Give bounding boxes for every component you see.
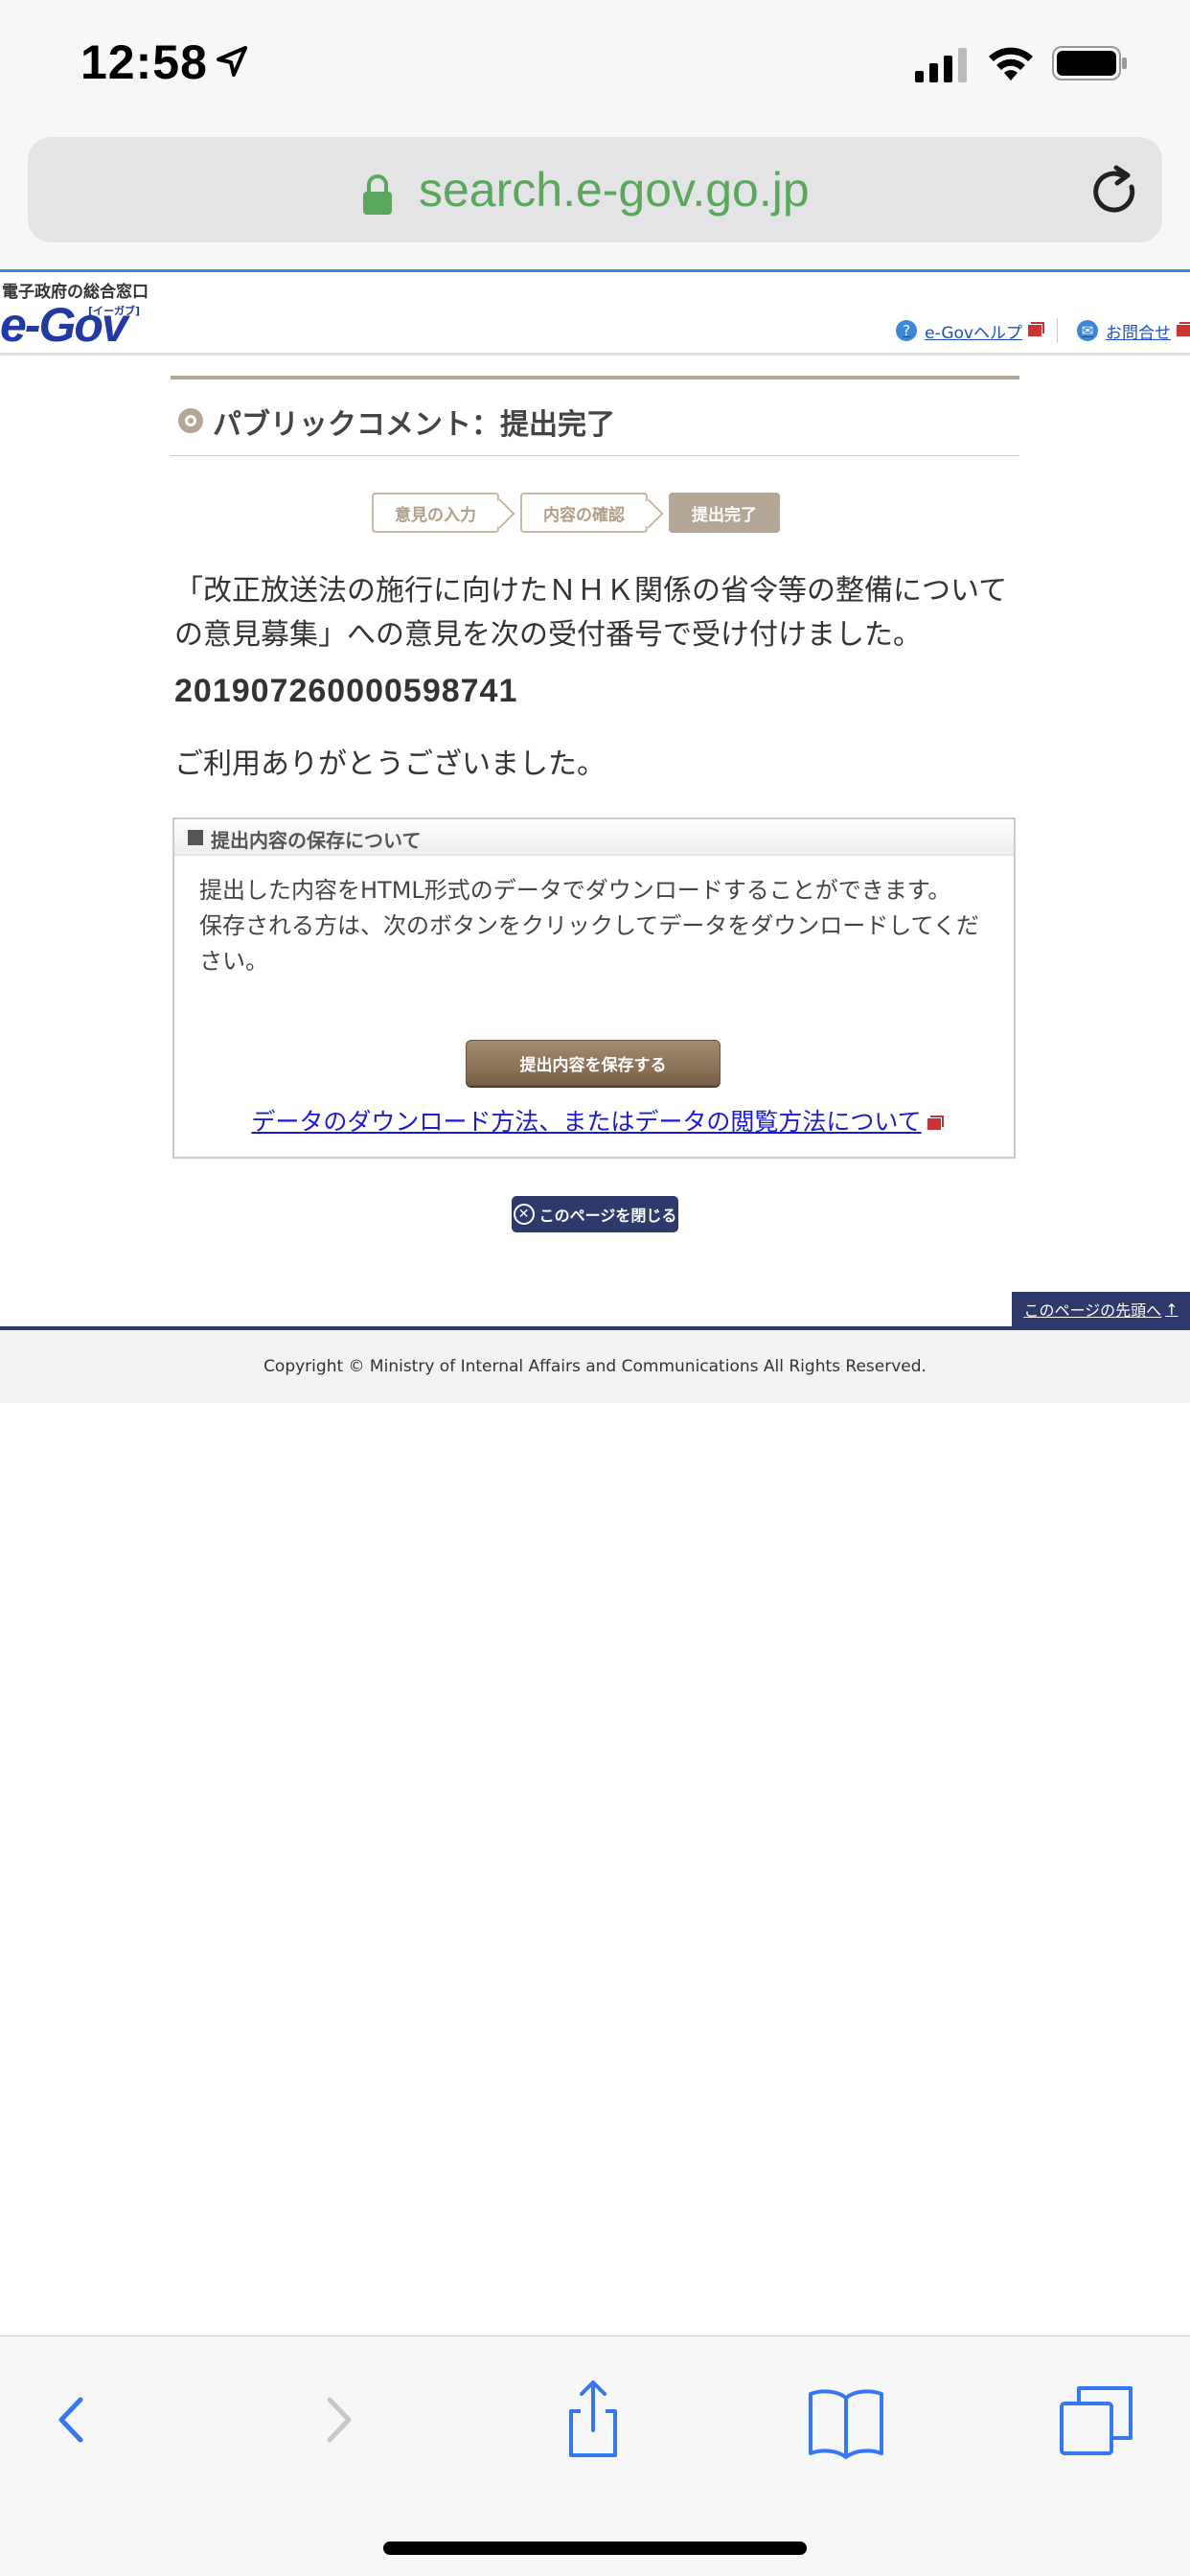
copyright-text: Copyright © Ministry of Internal Affairs… (263, 1357, 927, 1376)
download-help-link[interactable]: データのダウンロード方法、またはデータの閲覧方法について (174, 1103, 1018, 1138)
contact-link[interactable]: ✉ お問合せ (1077, 319, 1190, 343)
help-icon: ? (896, 320, 918, 341)
step-complete: 提出完了 (669, 493, 780, 533)
title-bullet-icon (178, 408, 203, 433)
browser-toolbar (0, 2335, 1190, 2576)
close-icon: ✕ (513, 1204, 535, 1225)
battery-icon (1052, 46, 1127, 80)
save-text-line-2: 保存される方は、次のボタンをクリックしてデータをダウンロードしてください。 (199, 912, 979, 975)
reload-icon[interactable] (1087, 164, 1143, 219)
home-indicator (383, 2542, 807, 2555)
screen: 12:58 search.e-gov.go.jp 電子政府の総合窓口 e-Gov… (0, 0, 1190, 2576)
help-link-label: e-Govヘルプ (925, 323, 1022, 343)
back-to-top-label: このページの先頭へ (1023, 1301, 1162, 1320)
save-text-line-1: 提出した内容をHTML形式のデータでダウンロードすることができます。 (199, 877, 951, 904)
back-icon[interactable] (31, 2377, 117, 2463)
site-header: 電子政府の総合窓口 e-Gov [イーガブ] ? e-Govヘルプ ✉ お問合せ (0, 269, 1190, 356)
address-bar[interactable]: search.e-gov.go.jp (28, 137, 1162, 242)
contact-link-label: お問合せ (1106, 323, 1171, 343)
step-input: 意見の入力 (372, 493, 499, 533)
help-link[interactable]: ? e-Govヘルプ (896, 319, 1044, 343)
close-page-button[interactable]: ✕ このページを閉じる (512, 1196, 678, 1232)
save-section-text: 提出した内容をHTML形式のデータでダウンロードすることができます。 保存される… (199, 873, 995, 979)
step-confirm: 内容の確認 (520, 493, 648, 533)
header-links: ? e-Govヘルプ ✉ お問合せ (877, 318, 1190, 343)
share-icon[interactable] (550, 2377, 636, 2463)
save-section-header: 提出内容の保存について (174, 819, 1014, 856)
url-text: search.e-gov.go.jp (419, 163, 810, 217)
status-bar: 12:58 (0, 0, 1190, 129)
page-title: パブリックコメント：提出完了 (213, 408, 615, 442)
browser-chrome: search.e-gov.go.jp (0, 129, 1190, 269)
completion-message: 「改正放送法の施行に向けたＮＨＫ関係の省令等の整備についての意見募集」への意見を… (174, 574, 1008, 652)
close-page-label: このページを閉じる (538, 1207, 677, 1225)
main-content: パブリックコメント：提出完了 意見の入力 内容の確認 提出完了 「改正放送法の施… (171, 376, 1019, 1232)
page-title-bar: パブリックコメント：提出完了 (171, 376, 1019, 456)
progress-steps: 意見の入力 内容の確認 提出完了 (372, 493, 801, 533)
forward-icon[interactable] (293, 2377, 379, 2463)
up-arrow-icon: ↑ (1165, 1300, 1179, 1319)
external-link-icon (1028, 322, 1044, 336)
save-section-heading: 提出内容の保存について (211, 829, 422, 852)
divider (1057, 318, 1058, 343)
external-link-icon (1177, 322, 1190, 336)
back-to-top-link[interactable]: このページの先頭へ ↑ (1012, 1292, 1190, 1326)
save-content-button[interactable]: 提出内容を保存する (466, 1040, 721, 1086)
footer: Copyright © Ministry of Internal Affairs… (0, 1330, 1190, 1403)
lock-icon (363, 174, 392, 215)
bookmarks-icon[interactable] (803, 2377, 889, 2463)
external-link-icon (927, 1116, 944, 1130)
location-arrow-icon (217, 46, 247, 77)
receipt-number: 201907260000598741 (174, 673, 518, 709)
wifi-icon (989, 47, 1033, 80)
download-help-link-label: データのダウンロード方法、またはデータの閲覧方法について (251, 1108, 922, 1136)
square-bullet-icon (188, 830, 203, 845)
logo-reading: [イーガブ] (88, 305, 141, 317)
status-time: 12:58 (80, 35, 208, 89)
thanks-message: ご利用ありがとうございました。 (174, 748, 606, 781)
save-section: 提出内容の保存について 提出した内容をHTML形式のデータでダウンロードすること… (172, 817, 1016, 1159)
mail-icon: ✉ (1077, 320, 1098, 341)
cellular-signal-icon (915, 48, 967, 82)
tabs-icon[interactable] (1054, 2377, 1140, 2463)
